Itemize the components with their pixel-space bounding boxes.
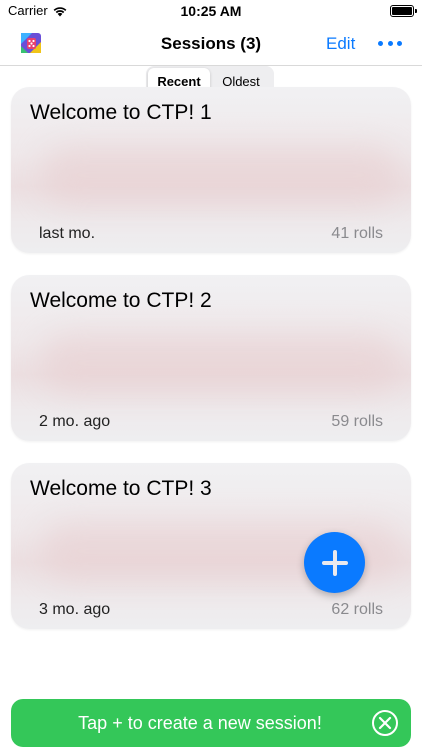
session-roll-count: 62 rolls: [331, 601, 383, 618]
session-card[interactable]: Welcome to CTP! 1 last mo. 41 rolls: [11, 87, 411, 253]
status-bar: Carrier 10:25 AM: [0, 0, 422, 24]
session-date: 2 mo. ago: [39, 413, 111, 430]
session-date: last mo.: [39, 225, 96, 242]
navigation-bar: Sessions (3) Edit: [0, 24, 422, 66]
battery-icon: [390, 5, 417, 17]
plus-icon: [321, 549, 348, 576]
toast-message: Tap + to create a new session!: [78, 712, 322, 733]
session-roll-count: 41 rolls: [331, 225, 383, 242]
session-card[interactable]: Welcome to CTP! 2 2 mo. ago 59 rolls: [11, 275, 411, 441]
more-options-icon[interactable]: [378, 41, 402, 49]
page-title: Sessions (3): [160, 34, 262, 53]
session-date: 3 mo. ago: [39, 601, 111, 618]
session-title: Welcome to CTP! 1: [30, 101, 212, 124]
session-roll-count: 59 rolls: [331, 413, 383, 430]
session-title: Welcome to CTP! 2: [30, 289, 212, 312]
close-circle-icon[interactable]: [371, 709, 399, 737]
session-title: Welcome to CTP! 3: [30, 477, 212, 500]
edit-button[interactable]: Edit: [326, 34, 355, 54]
add-session-button[interactable]: [304, 532, 365, 593]
status-time: 10:25 AM: [180, 3, 242, 19]
hint-toast[interactable]: Tap + to create a new session!: [11, 699, 411, 747]
